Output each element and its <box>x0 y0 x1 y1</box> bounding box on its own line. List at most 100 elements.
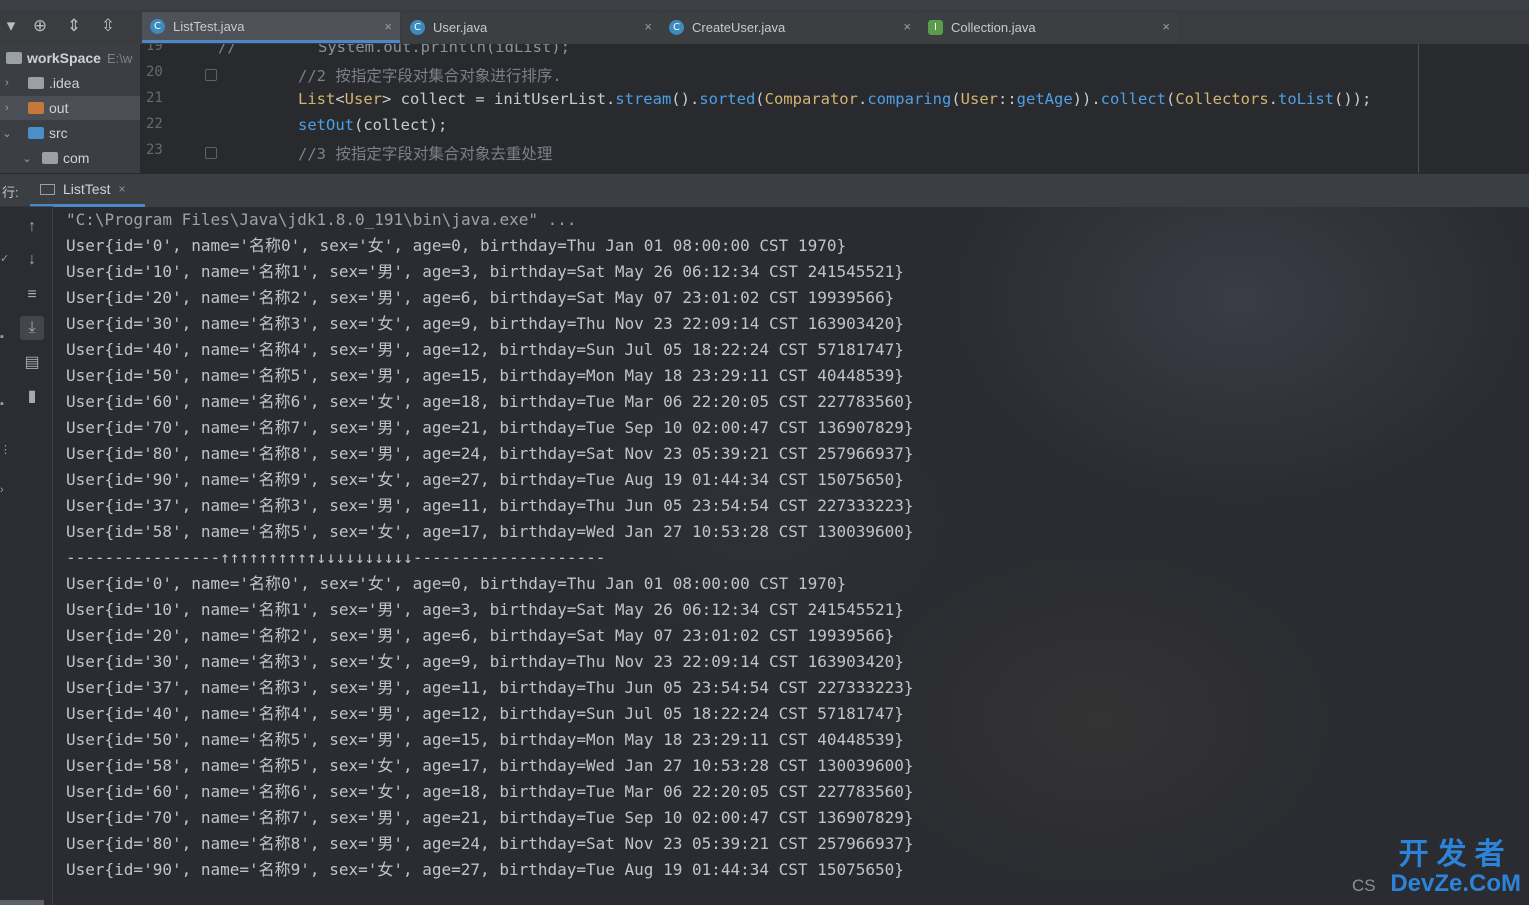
editor-tab-bar: ▾ ⊕ ⇕ ⇳ C ListTest.java × C User.java × … <box>0 0 1529 45</box>
run-tab-label: ListTest <box>63 181 111 197</box>
fold-marker-icon[interactable] <box>205 69 217 81</box>
line-number: 19 <box>146 44 163 54</box>
tab-label: Collection.java <box>951 20 1036 35</box>
watermark-title: 开发者 <box>1398 837 1513 872</box>
code-line-21: List<User> collect = initUserList.stream… <box>298 90 1371 108</box>
package-icon <box>42 152 58 164</box>
code-token: ( <box>951 90 961 108</box>
soft-wrap-icon[interactable]: ≡ <box>20 283 44 307</box>
code-token: < <box>335 90 345 108</box>
right-margin-guide <box>1418 44 1419 173</box>
code-line-19: System.out.println(idList); <box>318 44 570 56</box>
tab-label: CreateUser.java <box>692 20 786 35</box>
folder-icon <box>28 127 44 139</box>
side-marker: ▪ <box>0 331 4 343</box>
code-line-22: setOut(collect); <box>298 116 447 134</box>
folder-icon <box>28 102 44 114</box>
console-line: User{id='80', name='名称8', sex='男', age=2… <box>66 444 914 463</box>
console-line: User{id='10', name='名称1', sex='男', age=3… <box>66 262 904 281</box>
line-number: 23 <box>146 142 163 158</box>
chevron-right-icon[interactable]: › <box>0 102 14 114</box>
ide-window: ▾ ⊕ ⇕ ⇳ C ListTest.java × C User.java × … <box>0 0 1529 905</box>
collapse-all-icon[interactable]: ⇳ <box>97 15 119 37</box>
console-line: User{id='0', name='名称0', sex='女', age=0,… <box>66 574 847 593</box>
close-icon[interactable]: × <box>384 19 392 34</box>
code-token: getAge <box>1016 90 1073 108</box>
code-token: ( <box>1165 90 1176 108</box>
tree-item-com[interactable]: ⌄ com <box>0 146 140 170</box>
java-class-icon: C <box>410 20 425 35</box>
side-marker: ⋮ <box>0 444 11 456</box>
java-class-icon: C <box>669 20 684 35</box>
watermark-site: DevZe.CoM <box>1390 870 1521 897</box>
tab-collection[interactable]: I Collection.java × <box>920 12 1178 43</box>
code-token: ()); <box>1334 90 1372 108</box>
tree-item-idea[interactable]: › .idea <box>0 71 140 95</box>
chevron-down-icon[interactable]: ⌄ <box>0 127 14 140</box>
console-line: User{id='58', name='名称5', sex='女', age=1… <box>66 522 914 541</box>
close-icon[interactable]: × <box>1162 19 1170 34</box>
up-arrow-icon[interactable]: ↑ <box>20 215 44 239</box>
code-token: :: <box>997 90 1017 108</box>
scroll-to-end-icon[interactable]: ⤓ <box>20 316 44 340</box>
console-line: User{id='37', name='名称3', sex='男', age=1… <box>66 678 914 697</box>
code-token: . <box>1268 90 1278 108</box>
tree-root-path: E:\w <box>106 50 133 66</box>
code-token: > collect = initUserList. <box>382 90 616 108</box>
console-icon <box>40 183 55 195</box>
chevron-down-icon[interactable]: ⌄ <box>20 152 34 165</box>
tab-run-listtest[interactable]: ListTest × <box>30 174 145 207</box>
menu-strip <box>0 0 1529 10</box>
close-icon[interactable]: × <box>644 19 652 34</box>
console-line: User{id='50', name='名称5', sex='男', age=1… <box>66 366 904 385</box>
print-icon[interactable]: ▤ <box>20 351 44 375</box>
console-line: User{id='90', name='名称9', sex='女', age=2… <box>66 470 904 489</box>
tab-user[interactable]: C User.java × <box>402 12 660 43</box>
module-icon <box>6 52 22 64</box>
code-token: List <box>298 90 336 108</box>
close-icon[interactable]: × <box>903 19 911 34</box>
tree-item-out[interactable]: › out <box>0 96 140 120</box>
console-line: User{id='37', name='名称3', sex='男', age=1… <box>66 496 914 515</box>
code-token: collect <box>1100 90 1166 108</box>
tree-item-src[interactable]: ⌄ src <box>0 121 140 145</box>
code-editor[interactable]: 19 20 21 22 23 // System.out.println(idL… <box>140 44 1529 173</box>
code-token: stream <box>615 90 672 108</box>
code-token: (collect); <box>354 116 448 134</box>
tab-label: ListTest.java <box>173 18 245 34</box>
code-token: Comparator <box>764 90 858 108</box>
console-line: User{id='60', name='名称6', sex='女', age=1… <box>66 392 914 411</box>
console-line: User{id='20', name='名称2', sex='男', age=6… <box>66 626 895 645</box>
console-line: User{id='70', name='名称7', sex='男', age=2… <box>66 418 914 437</box>
down-arrow-icon[interactable]: ↓ <box>20 248 44 272</box>
side-marker: › <box>0 484 4 496</box>
code-token: sorted <box>699 90 756 108</box>
code-token: setOut <box>298 116 354 134</box>
scrollbar-thumb[interactable] <box>0 900 44 905</box>
locate-icon[interactable]: ⊕ <box>29 15 51 37</box>
project-tree: workSpace E:\w › .idea › out ⌄ src ⌄ com <box>0 44 140 173</box>
code-line-23: //3 按指定字段对集合对象去重处理 <box>298 145 553 163</box>
project-menu-icon[interactable]: ▾ <box>0 15 22 37</box>
console-line: User{id='60', name='名称6', sex='女', age=1… <box>66 782 914 801</box>
tab-listtest[interactable]: C ListTest.java × <box>142 12 400 43</box>
tree-item-label: com <box>63 150 90 166</box>
close-icon[interactable]: × <box>118 182 125 196</box>
watermark-prefix: CS <box>1352 876 1376 895</box>
code-comment-marker: // <box>218 44 237 56</box>
console-line: User{id='20', name='名称2', sex='男', age=6… <box>66 288 895 307</box>
line-gutter: 19 20 21 22 23 <box>140 44 255 173</box>
java-class-icon: C <box>150 18 165 34</box>
fold-marker-icon[interactable] <box>205 147 217 159</box>
tab-createuser[interactable]: C CreateUser.java × <box>661 12 919 43</box>
expand-all-icon[interactable]: ⇕ <box>63 15 85 37</box>
java-interface-icon: I <box>928 20 943 35</box>
console-line: User{id='30', name='名称3', sex='女', age=9… <box>66 314 904 333</box>
tree-item-label: src <box>49 125 68 141</box>
code-token: Collectors <box>1175 90 1269 108</box>
trash-icon[interactable]: ▮ <box>20 385 44 409</box>
line-number: 20 <box>146 64 163 80</box>
tree-root[interactable]: workSpace E:\w <box>0 46 140 70</box>
chevron-right-icon[interactable]: › <box>0 77 14 89</box>
code-line-20: //2 按指定字段对集合对象进行排序. <box>298 67 562 85</box>
